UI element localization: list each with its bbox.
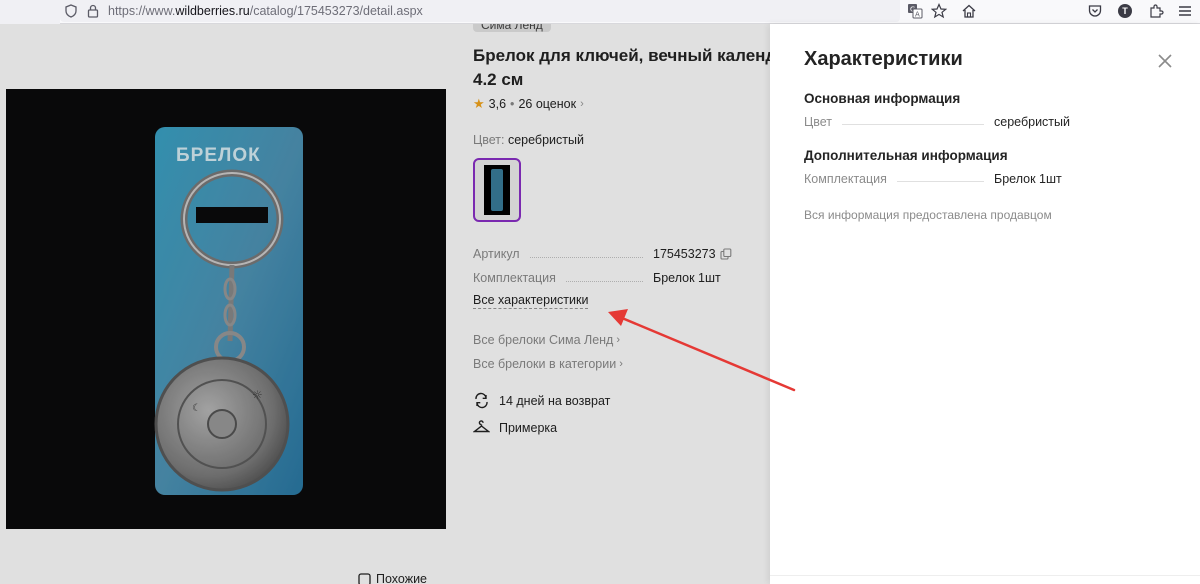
rating-value: 3,6 [488,97,507,111]
similar-button-label: Похожие [376,572,428,584]
panel-row-key: Комплектация [804,172,887,186]
product-title: Брелок для ключей, вечный календа 4.2 см [473,44,770,92]
spec-value: 175453273 [653,247,763,261]
bookmark-star-icon[interactable] [928,0,950,22]
panel-title: Характеристики [804,48,963,70]
rating[interactable]: ★ 3,6 • 26 оценок › [473,96,584,112]
reviews-count: 26 оценок [518,97,577,111]
feature-label: 14 дней на возврат [499,393,611,408]
product-page: ☾ ☼ БРЕЛОК Похожие Сима Ленд Брелок для … [0,24,770,584]
seller-note: Вся информация предоставлена продавцом [804,208,1052,222]
home-icon[interactable] [958,0,980,22]
section-title-additional: Дополнительная информация [804,148,1008,163]
url-text: https://www.wildberries.ru/catalog/17545… [108,4,423,18]
svg-text:☼: ☼ [252,388,263,402]
return-arrows-icon [475,392,488,409]
card-caption: БРЕЛОК [176,145,261,166]
brand-chip[interactable]: Сима Ленд [473,24,551,32]
spec-row-article: Артикул 175453273 [473,245,763,263]
hanger-icon [473,420,490,433]
lock-icon[interactable] [82,0,104,22]
panel-row-complect: Комплектация Брелок 1шт [804,170,1134,188]
svg-text:☾: ☾ [192,403,201,414]
spec-key: Комплектация [473,271,556,285]
color-thumbnail[interactable] [473,158,521,222]
star-icon: ★ [473,96,485,111]
feature-return[interactable]: 14 дней на возврат [473,392,610,409]
product-photo[interactable]: ☾ ☼ БРЕЛОК [6,89,446,529]
thumbnail-image [484,165,510,215]
svg-text:A: A [915,11,920,19]
panel-row-value: Брелок 1шт [994,172,1062,186]
panel-row-color: Цвет серебристый [804,113,1134,131]
color-line: Цвет: серебристый [473,133,584,147]
profile-avatar[interactable]: T [1114,0,1136,22]
spec-value: Брелок 1шт [653,271,721,285]
feature-fitting[interactable]: Примерка [473,419,557,436]
similar-button[interactable]: Похожие [352,568,436,584]
article-number: 175453273 [653,247,716,261]
chevron-right-icon: › [619,358,623,370]
translate-icon[interactable]: GA [904,0,926,22]
menu-icon[interactable] [1174,0,1196,22]
link-category-keychains[interactable]: Все брелоки в категории › [473,357,623,371]
panel-row-key: Цвет [804,115,833,129]
shield-icon[interactable] [60,0,82,22]
spec-row-complect: Комплектация Брелок 1шт [473,269,763,287]
product-title-line1: Брелок для ключей, вечный календа [473,46,770,65]
link-label: Все брелоки в категории [473,357,617,371]
panel-bottom-divider [770,575,1200,576]
similar-icon [358,572,371,584]
rating-separator: • [510,97,515,111]
close-icon[interactable] [1156,52,1174,70]
copy-icon[interactable] [720,248,732,260]
spec-key: Артикул [473,247,520,261]
section-title-main: Основная информация [804,91,961,106]
all-characteristics-link[interactable]: Все характеристики [473,293,589,309]
browser-toolbar: https://www.wildberries.ru/catalog/17545… [0,0,1200,24]
chevron-right-icon: › [580,98,584,110]
address-bar[interactable]: https://www.wildberries.ru/catalog/17545… [60,0,900,22]
panel-row-value: серебристый [994,115,1071,129]
feature-label: Примерка [499,420,558,435]
pocket-icon[interactable] [1084,0,1106,22]
chevron-right-icon: › [616,334,621,346]
extensions-puzzle-icon[interactable] [1145,0,1167,22]
link-label: Все брелоки Сима Ленд [473,333,614,347]
color-value: серебристый [507,133,584,147]
toolbar-left-strip [0,0,60,24]
link-brand-keychains[interactable]: Все брелоки Сима Ленд › [473,333,620,347]
profile-letter: T [1122,6,1128,16]
characteristics-panel: Характеристики Основная информация Цвет … [770,24,1200,584]
product-title-line2: 4.2 см [473,70,524,89]
color-label: Цвет: [473,133,505,147]
